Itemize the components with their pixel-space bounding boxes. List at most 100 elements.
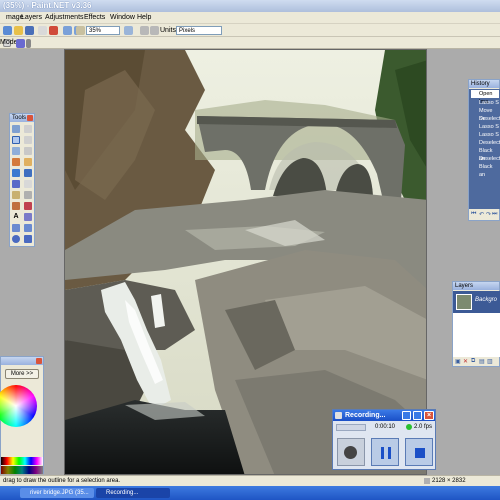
- duplicate-layer-icon[interactable]: ⧉: [471, 358, 475, 365]
- add-layer-icon[interactable]: ▣: [455, 358, 461, 365]
- history-item[interactable]: Deselect: [471, 155, 500, 163]
- menu-layers[interactable]: Layers: [21, 14, 42, 21]
- history-item[interactable]: Deselect: [471, 115, 500, 123]
- zoom-tool-icon[interactable]: [24, 147, 32, 155]
- tool-options-bar: Mode:: [0, 37, 500, 49]
- status-hint: drag to draw the outline for a selection…: [3, 478, 121, 484]
- pan-icon[interactable]: [24, 158, 32, 166]
- color-palette[interactable]: [1, 457, 43, 465]
- history-item[interactable]: Open Ima: [471, 90, 499, 105]
- cut-icon[interactable]: [49, 26, 58, 35]
- color-palette-row2[interactable]: [1, 466, 43, 474]
- pause-icon: [381, 447, 391, 459]
- eraser-icon[interactable]: [24, 180, 32, 188]
- save-icon[interactable]: [25, 26, 34, 35]
- rulers-icon[interactable]: [150, 26, 159, 35]
- stop-icon: [415, 448, 425, 458]
- layers-list-empty: [453, 313, 500, 357]
- colors-panel-header: [1, 357, 43, 365]
- units-select[interactable]: Pixels: [176, 26, 222, 35]
- menu-bar: mage Layers Adjustments Effects Window H…: [0, 12, 500, 24]
- window-title: (35%) - Paint.NET v3.36: [3, 1, 92, 10]
- rectangle-select-icon[interactable]: [12, 125, 20, 133]
- history-item[interactable]: Lasso S: [471, 99, 499, 107]
- new-icon[interactable]: [3, 26, 12, 35]
- close-icon[interactable]: ×: [424, 411, 434, 420]
- history-item[interactable]: Deselect: [471, 139, 500, 147]
- title-bar: (35%) - Paint.NET v3.36: [0, 0, 500, 12]
- history-controls: ⏮ ↶ ↷ ⏭: [471, 211, 497, 219]
- history-panel-title: History: [471, 81, 490, 87]
- text-tool-icon[interactable]: A: [12, 213, 20, 221]
- lasso-select-icon[interactable]: [12, 136, 20, 144]
- image-dimensions: 2128 × 2832: [432, 478, 466, 484]
- pause-button[interactable]: [371, 438, 399, 466]
- history-item[interactable]: Black an: [471, 147, 499, 162]
- record-button[interactable]: [337, 438, 365, 466]
- move-selection-icon[interactable]: [24, 125, 32, 133]
- layer-row[interactable]: Backgro: [453, 291, 500, 313]
- undo-step-icon[interactable]: ↶: [479, 211, 484, 218]
- taskbar-item-paintnet[interactable]: river bridge.JPG (35...: [20, 488, 94, 498]
- menu-effects[interactable]: Effects: [84, 14, 105, 21]
- recording-fps: 2.0 fps: [414, 424, 433, 430]
- layers-panel-title: Layers: [455, 283, 474, 289]
- open-icon[interactable]: [14, 26, 23, 35]
- recolor-icon[interactable]: [24, 202, 32, 210]
- color-picker-icon[interactable]: [24, 191, 32, 199]
- clone-stamp-icon[interactable]: [12, 202, 20, 210]
- maximize-icon[interactable]: [413, 411, 422, 420]
- line-tool-icon[interactable]: [24, 213, 32, 221]
- move-pixels-icon[interactable]: [24, 136, 32, 144]
- history-item[interactable]: Lasso S: [471, 123, 499, 131]
- rectangle-shape-icon[interactable]: [12, 224, 20, 232]
- zoom-select[interactable]: 35%: [86, 26, 120, 35]
- history-item[interactable]: Lasso S: [471, 131, 499, 139]
- minimize-icon[interactable]: [402, 411, 411, 420]
- gradient-icon[interactable]: [24, 169, 32, 177]
- menu-window[interactable]: Window: [110, 14, 135, 21]
- color-wheel[interactable]: [0, 385, 37, 427]
- history-panel: History Open Ima Lasso S Move Se Deselec…: [468, 79, 500, 221]
- zoom-in-icon[interactable]: [124, 26, 133, 35]
- freeform-shape-icon[interactable]: [24, 235, 32, 243]
- layer-properties-icon[interactable]: ▥: [487, 358, 493, 365]
- magic-wand-icon[interactable]: [12, 158, 20, 166]
- history-panel-header: History: [469, 80, 499, 88]
- history-item[interactable]: Black an: [471, 163, 499, 178]
- merge-layer-icon[interactable]: ▤: [479, 358, 485, 365]
- tools-panel-header: Tools: [10, 114, 34, 122]
- history-item[interactable]: Move Se: [471, 107, 499, 122]
- zoom-icon[interactable]: [76, 26, 85, 35]
- more-colors-button[interactable]: More >>: [5, 369, 39, 379]
- status-bar: drag to draw the outline for a selection…: [0, 475, 500, 486]
- layers-panel: Layers Backgro ▣ ✕ ⧉ ▤ ▥: [452, 281, 500, 367]
- print-icon[interactable]: [38, 26, 47, 35]
- layers-panel-header: Layers: [453, 282, 499, 290]
- delete-layer-icon[interactable]: ✕: [463, 358, 468, 365]
- grid-icon[interactable]: [140, 26, 149, 35]
- dropdown-arrow-icon[interactable]: [26, 39, 31, 48]
- redo-step-icon[interactable]: ↷: [486, 211, 491, 218]
- stop-button[interactable]: [405, 438, 433, 466]
- ellipse-shape-icon[interactable]: [12, 235, 20, 243]
- close-icon[interactable]: [27, 115, 33, 121]
- taskbar-item-recording[interactable]: Recording...: [96, 488, 170, 498]
- layer-thumbnail: [456, 294, 472, 310]
- fast-forward-icon[interactable]: ⏭: [492, 211, 497, 218]
- menu-adjustments[interactable]: Adjustments: [45, 14, 84, 21]
- close-icon[interactable]: [36, 358, 42, 364]
- rounded-rectangle-icon[interactable]: [24, 224, 32, 232]
- paintbrush-icon[interactable]: [12, 180, 20, 188]
- image-size-icon: [424, 478, 430, 484]
- undo-icon[interactable]: [63, 26, 72, 35]
- paint-bucket-icon[interactable]: [12, 169, 20, 177]
- menu-help[interactable]: Help: [137, 14, 151, 21]
- pencil-icon[interactable]: [12, 191, 20, 199]
- rewind-icon[interactable]: ⏮: [471, 211, 476, 218]
- recording-source-select[interactable]: [336, 424, 366, 431]
- record-icon: [344, 446, 357, 459]
- selection-mode-icon[interactable]: [16, 39, 25, 48]
- ellipse-select-icon[interactable]: [12, 147, 20, 155]
- layers-controls: ▣ ✕ ⧉ ▤ ▥: [455, 358, 499, 366]
